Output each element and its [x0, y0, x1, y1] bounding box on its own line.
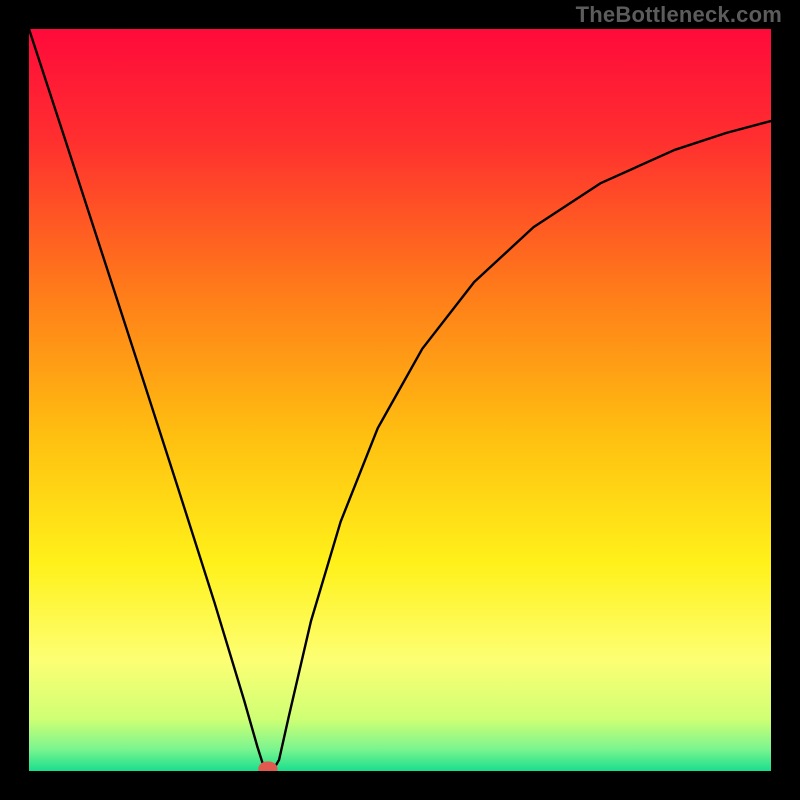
plot-svg — [29, 29, 771, 771]
watermark-text: TheBottleneck.com — [576, 2, 782, 28]
chart-frame: TheBottleneck.com — [0, 0, 800, 800]
plot-background — [29, 29, 771, 771]
plot-area — [29, 29, 771, 771]
